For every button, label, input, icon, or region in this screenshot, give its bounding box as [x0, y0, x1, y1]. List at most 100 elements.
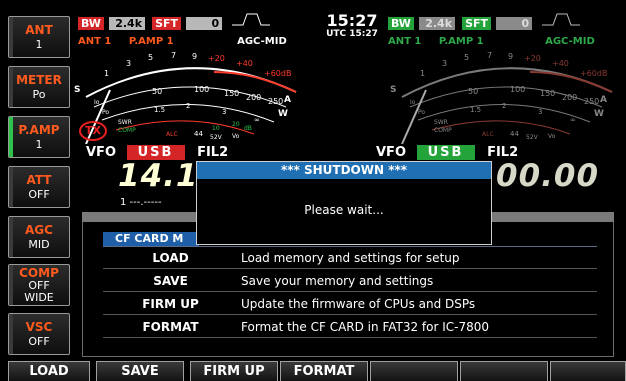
indicator-bar — [9, 265, 13, 305]
scale-label: Po — [418, 109, 425, 116]
pamp-status: P.AMP 1 — [128, 36, 174, 47]
frequency-left: 14.1 — [118, 158, 199, 194]
side-button-agc[interactable]: AGC MID — [8, 216, 70, 258]
sft-value: 0 — [186, 17, 223, 30]
bottom-button-7[interactable] — [550, 361, 626, 381]
side-button-title: ATT — [26, 173, 52, 187]
sft-label: SFT — [462, 17, 492, 30]
scale-label: ALC — [482, 131, 494, 138]
cf-row-key: FORMAT — [142, 320, 199, 334]
bottom-button-format[interactable]: FORMAT — [280, 361, 368, 381]
cf-row-save[interactable]: SAVE Save your memory and settings — [103, 270, 597, 292]
vfo-label: VFO — [86, 145, 116, 160]
filter-shape-icon — [542, 13, 581, 26]
scale-label: Io — [94, 99, 100, 106]
scale-label: COMP — [118, 127, 136, 134]
side-button-title: P.AMP — [18, 123, 60, 137]
scale-label: Vo — [548, 133, 556, 140]
cf-row-desc: Update the firmware of CPUs and DSPs — [241, 297, 476, 311]
side-button-ant[interactable]: ANT 1 — [8, 16, 70, 58]
cf-row-desc: Load memory and settings for setup — [241, 251, 460, 265]
bw-label: BW — [78, 17, 104, 30]
side-button-value: OFF — [28, 188, 50, 201]
meter-left: S 1 3 5 7 9 +20 +40 +60dB Io Po 50 100 1… — [74, 52, 304, 144]
scale-label: 50 — [152, 87, 162, 96]
bottom-button-load[interactable]: LOAD — [8, 361, 90, 381]
bottom-button-save[interactable]: SAVE — [96, 361, 184, 381]
cf-row-format[interactable]: FORMAT Format the CF CARD in FAT32 for I… — [103, 316, 597, 338]
side-button-att[interactable]: ATT OFF — [8, 166, 70, 208]
shutdown-dialog: *** SHUTDOWN *** Please wait... — [196, 161, 492, 245]
vfo-label: VFO — [376, 145, 406, 160]
scale-label: W — [594, 109, 604, 119]
scale-label: 2 — [186, 102, 190, 110]
scale-label: 150 — [224, 89, 239, 98]
indicator-bar — [9, 67, 13, 107]
scale-label: 3 — [126, 59, 131, 68]
bottom-button-5[interactable] — [370, 361, 458, 381]
cf-row-firm-up[interactable]: FIRM UP Update the firmware of CPUs and … — [103, 293, 597, 315]
scale-label: 3 — [538, 108, 542, 116]
side-button-value: 1 — [35, 138, 43, 151]
clock-time: 15:27 — [326, 11, 378, 30]
mode-badge: USB — [416, 145, 475, 160]
scale-label: 3 — [442, 59, 447, 68]
scale-label: ALC — [166, 131, 178, 138]
scale-label: Vo — [232, 133, 240, 140]
cf-row-desc: Format the CF CARD in FAT32 for IC-7800 — [241, 320, 490, 334]
scale-label: COMP — [434, 127, 452, 134]
scale-label: SWR — [118, 119, 132, 126]
indicator-bar — [9, 314, 13, 354]
indicator-bar — [9, 117, 13, 157]
right-status-bar: BW 2.4k SFT 0 ANT 1 P.AMP 1 AGC-MID — [388, 12, 618, 48]
side-button-meter[interactable]: METER Po — [8, 66, 70, 108]
frequency-right: 00.00 — [496, 158, 600, 194]
side-button-vsc[interactable]: VSC OFF — [8, 313, 70, 355]
clock-utc: UTC 15:27 — [326, 29, 378, 39]
cf-card-title: CF CARD M — [103, 232, 199, 246]
bottom-button-6[interactable] — [460, 361, 548, 381]
bottom-button-firm-up[interactable]: FIRM UP — [190, 361, 278, 381]
pamp-status: P.AMP 1 — [438, 36, 484, 47]
scale-label-s: S — [390, 85, 396, 95]
scale-label: A — [600, 95, 607, 105]
side-button-title: METER — [16, 73, 62, 87]
bw-label: BW — [388, 17, 414, 30]
scale-label: +40 — [236, 59, 253, 68]
scale-label: +60dB — [264, 69, 291, 78]
cf-row-key: FIRM UP — [142, 297, 199, 311]
bw-value: 2.4k — [109, 17, 146, 30]
meter-right: S 1 3 5 7 9 +20 +40 +60dB Io Po 50 100 1… — [390, 52, 620, 144]
scale-label: dB — [244, 125, 252, 132]
side-button-pamp[interactable]: P.AMP 1 — [8, 116, 70, 158]
scale-label: 20 — [232, 121, 240, 128]
scale-label: 1.5 — [470, 106, 481, 114]
dialog-message: Please wait... — [304, 203, 384, 217]
scale-label: 1 — [104, 69, 109, 78]
scale-label: 200 — [246, 93, 261, 102]
tx-label: TX — [85, 124, 101, 137]
ant-status: ANT 1 — [388, 36, 422, 47]
scale-label: 9 — [508, 52, 513, 61]
clock: 15:27 UTC 15:27 — [322, 12, 382, 39]
tx-indicator: TX — [79, 121, 107, 141]
cf-row-desc: Save your memory and settings — [241, 274, 434, 288]
scale-label: +60dB — [580, 69, 607, 78]
frequency-sub-digits: 1 ---.----- — [120, 197, 162, 208]
cf-row-load[interactable]: LOAD Load memory and settings for setup — [103, 247, 597, 269]
indicator-bar — [9, 217, 13, 257]
scale-label: 44 — [510, 130, 519, 138]
scale-label: 5 — [148, 53, 153, 62]
scale-label: +40 — [552, 59, 569, 68]
scale-label: 150 — [540, 89, 555, 98]
scale-label: 250 — [584, 97, 599, 106]
cf-row-key: SAVE — [153, 274, 188, 288]
bw-value: 2.4k — [419, 17, 456, 30]
side-button-comp[interactable]: COMP OFF WIDE — [8, 264, 70, 306]
scale-label: ∞ — [570, 116, 576, 124]
scale-label: +20 — [524, 54, 541, 63]
agc-status: AGC-MID — [237, 36, 287, 47]
scale-label: 100 — [510, 85, 525, 94]
sft-label: SFT — [152, 17, 182, 30]
scale-label: 7 — [487, 52, 492, 60]
